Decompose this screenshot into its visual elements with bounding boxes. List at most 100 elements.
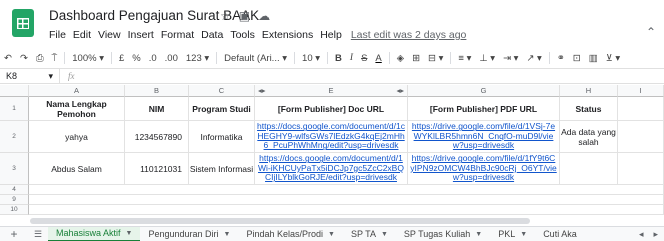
menu-tools[interactable]: Tools <box>230 29 255 41</box>
menu-help[interactable]: Help <box>320 29 342 41</box>
row-header-9[interactable]: 9 <box>0 195 29 205</box>
add-sheet-button[interactable]: + <box>0 227 28 241</box>
tab-menu-icon[interactable]: ▼ <box>475 231 482 238</box>
cell-nama[interactable]: yahya <box>29 121 125 153</box>
row-header-4[interactable]: 4 <box>0 185 29 195</box>
column-header-c[interactable]: C <box>189 85 255 97</box>
cell-pdf-url-link[interactable]: https://drive.google.com/file/d/1fY9t6Cy… <box>408 153 560 185</box>
header-doc-url[interactable]: [Form Publisher] Doc URL <box>255 97 408 121</box>
column-header-h[interactable]: H <box>560 85 618 97</box>
print-icon[interactable]: ⎙ <box>32 53 48 64</box>
empty-row[interactable] <box>29 185 664 195</box>
tab-sp-ta[interactable]: SP TA ▼ <box>343 227 396 241</box>
column-header-a[interactable]: A <box>29 85 125 97</box>
row-header-10[interactable]: 10 <box>0 205 29 215</box>
font-size-select[interactable]: 10 ▾ <box>298 53 324 64</box>
empty-cell[interactable] <box>618 153 664 185</box>
row-header-2[interactable]: 2 <box>0 121 29 153</box>
header-prodi[interactable]: Program Studi <box>189 97 255 121</box>
insert-comment-icon[interactable]: ⊡ <box>569 53 585 64</box>
header-status[interactable]: Status <box>560 97 618 121</box>
increase-decimal-button[interactable]: .00 <box>161 53 182 64</box>
collapse-menus-icon[interactable]: ⌃ <box>646 25 656 39</box>
horizontal-align-icon[interactable]: ≡ ▾ <box>454 53 475 64</box>
select-all-corner[interactable] <box>0 85 29 97</box>
menu-insert[interactable]: Insert <box>128 29 154 41</box>
fill-color-icon[interactable]: ◈ <box>393 53 408 64</box>
tab-mahasiswa-aktif[interactable]: Mahasiswa Aktif ▼ <box>48 227 141 241</box>
percent-button[interactable]: % <box>128 53 144 64</box>
cell-doc-url-link[interactable]: https://docs.google.com/document/d/1cHEG… <box>255 121 408 153</box>
column-header-b[interactable]: B <box>125 85 189 97</box>
text-color-icon[interactable]: A <box>371 53 385 64</box>
empty-row[interactable] <box>29 195 664 205</box>
vertical-align-icon[interactable]: ⊥ ▾ <box>475 53 499 64</box>
menu-data[interactable]: Data <box>201 29 223 41</box>
name-box-caret-icon[interactable]: ▾ <box>48 71 53 82</box>
merge-cells-icon[interactable]: ⊟ ▾ <box>424 53 447 64</box>
star-icon[interactable]: ☆ <box>220 9 231 23</box>
font-select[interactable]: Default (Ari... ▾ <box>220 53 291 64</box>
insert-chart-icon[interactable]: ▥ <box>585 53 602 64</box>
column-header-g[interactable]: G <box>408 85 560 97</box>
insert-link-icon[interactable]: ⚭ <box>553 53 569 64</box>
scroll-tabs-right-icon[interactable]: ▸ <box>653 229 658 240</box>
tab-menu-icon[interactable]: ▼ <box>126 230 133 237</box>
tab-sp-tugas-kuliah[interactable]: SP Tugas Kuliah ▼ <box>396 227 490 241</box>
redo-icon[interactable]: ↷ <box>16 53 32 64</box>
borders-icon[interactable]: ⊞ <box>408 53 424 64</box>
bold-icon[interactable]: B <box>331 53 346 64</box>
cell-status[interactable] <box>560 153 618 185</box>
move-folder-icon[interactable]: ▣ <box>239 9 250 23</box>
expand-hidden-columns-icon[interactable]: ◂▸ <box>396 85 404 97</box>
menu-view[interactable]: View <box>98 29 121 41</box>
zoom-select[interactable]: 100% ▾ <box>68 53 108 64</box>
sheets-logo-icon[interactable] <box>12 9 34 37</box>
more-formats-button[interactable]: 123 ▾ <box>182 53 213 64</box>
cell-nim[interactable]: 1234567890 <box>125 121 189 153</box>
cloud-status-icon[interactable]: ☁ <box>258 9 270 23</box>
header-nama[interactable]: Nama Lengkap Pemohon <box>29 97 125 121</box>
cell-prodi[interactable]: Sistem Informasi <box>189 153 255 185</box>
menu-edit[interactable]: Edit <box>73 29 91 41</box>
currency-button[interactable]: £ <box>115 53 128 64</box>
empty-row[interactable] <box>29 205 664 215</box>
empty-cell[interactable] <box>618 97 664 121</box>
cell-prodi[interactable]: Informatika <box>189 121 255 153</box>
tab-pindah-kelas-prodi[interactable]: Pindah Kelas/Prodi ▼ <box>238 227 343 241</box>
cell-nim[interactable]: 110121031 <box>125 153 189 185</box>
column-header-i[interactable]: I <box>618 85 664 97</box>
all-sheets-menu-icon[interactable]: ☰ <box>28 229 48 240</box>
horizontal-scrollbar[interactable] <box>30 218 530 224</box>
tab-menu-icon[interactable]: ▼ <box>381 231 388 238</box>
tab-menu-icon[interactable]: ▼ <box>328 231 335 238</box>
menu-format[interactable]: Format <box>161 29 194 41</box>
row-header-3[interactable]: 3 <box>0 153 29 185</box>
header-nim[interactable]: NIM <box>125 97 189 121</box>
decrease-decimal-button[interactable]: .0 <box>145 53 161 64</box>
paint-format-icon[interactable]: ⍑ <box>48 53 62 64</box>
cell-nama[interactable]: Abdus Salam <box>29 153 125 185</box>
row-header-1[interactable]: 1 <box>0 97 29 121</box>
italic-icon[interactable]: I <box>346 53 357 63</box>
undo-icon[interactable]: ↶ <box>0 53 16 64</box>
text-rotation-icon[interactable]: ↗ ▾ <box>522 53 545 64</box>
last-edit-link[interactable]: Last edit was 2 days ago <box>351 29 467 41</box>
tab-pkl[interactable]: PKL ▼ <box>490 227 535 241</box>
tab-menu-icon[interactable]: ▼ <box>520 231 527 238</box>
cell-doc-url-link[interactable]: https://docs.google.com/document/d/1Wi-i… <box>255 153 408 185</box>
menu-file[interactable]: File <box>49 29 66 41</box>
name-box[interactable]: K8 ▾ <box>0 69 60 83</box>
tab-cuti-akademik[interactable]: Cuti Aka <box>535 227 585 241</box>
strikethrough-icon[interactable]: S <box>357 53 371 64</box>
menu-extensions[interactable]: Extensions <box>262 29 313 41</box>
scroll-tabs-left-icon[interactable]: ◂ <box>639 229 644 240</box>
tab-pengunduran-diri[interactable]: Pengunduran Diri ▼ <box>140 227 238 241</box>
header-pdf-url[interactable]: [Form Publisher] PDF URL <box>408 97 560 121</box>
empty-cell[interactable] <box>618 121 664 153</box>
filter-icon[interactable]: ⊻ ▾ <box>602 53 624 64</box>
text-wrap-icon[interactable]: ⇥ ▾ <box>499 53 522 64</box>
cell-pdf-url-link[interactable]: https://drive.google.com/file/d/1VSj-7eW… <box>408 121 560 153</box>
tab-menu-icon[interactable]: ▼ <box>224 231 231 238</box>
column-header-e[interactable]: ◂▸ E ◂▸ <box>255 85 408 97</box>
